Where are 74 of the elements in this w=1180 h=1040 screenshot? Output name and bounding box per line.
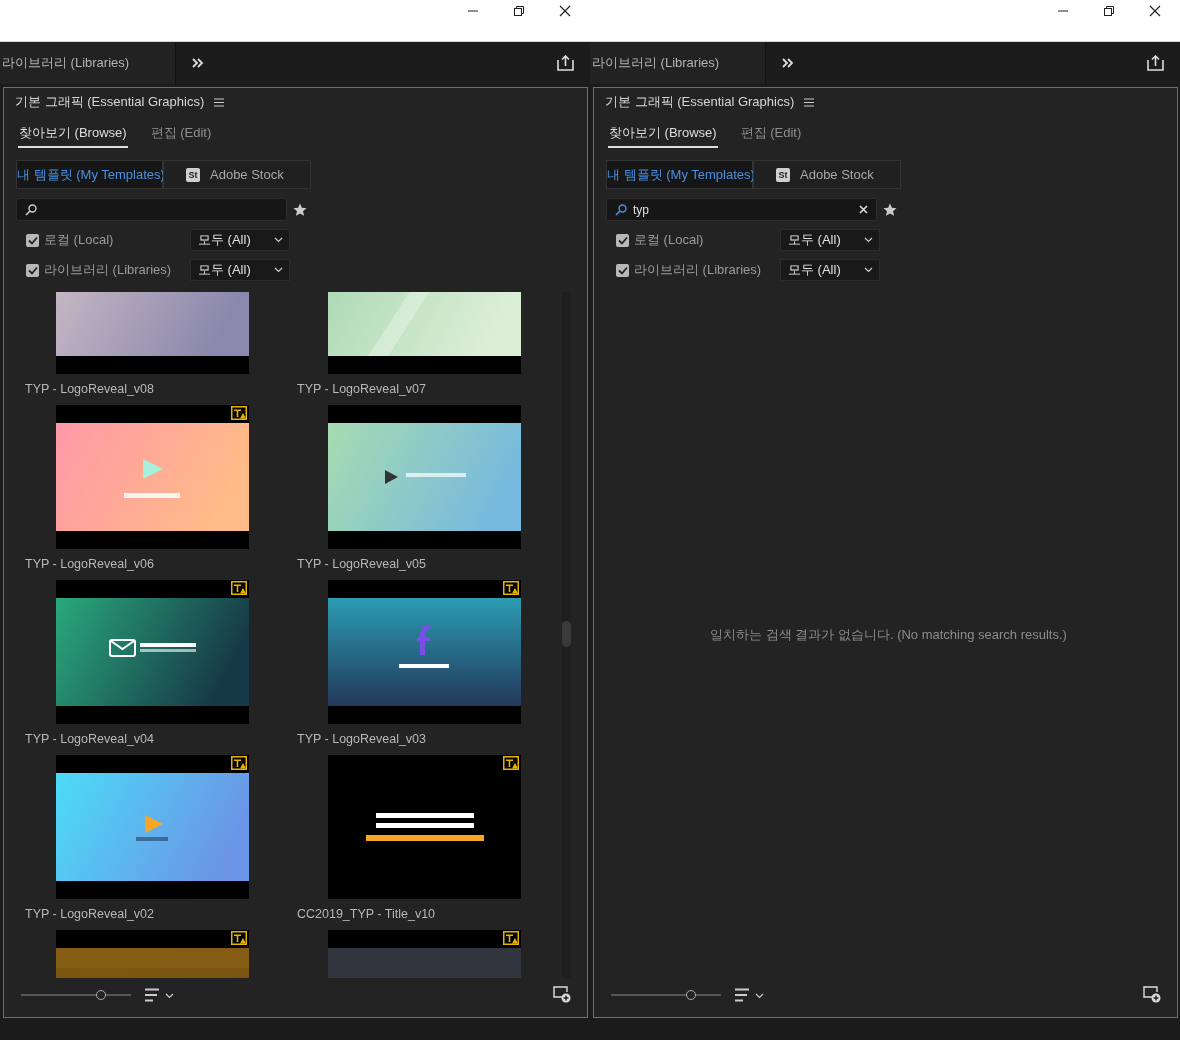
caret-icon	[274, 267, 283, 273]
new-item-icon[interactable]	[553, 986, 571, 1003]
filter-dropdown[interactable]: 모두 (All)	[780, 229, 880, 251]
tab[interactable]: 편집 (Edit)	[149, 118, 213, 148]
overflow-chevron-icon[interactable]	[782, 58, 794, 68]
template-name: TYP - LogoReveal_v04	[25, 731, 156, 747]
template-name: TYP - LogoReveal_v06	[25, 556, 156, 572]
missing-font-icon	[231, 406, 247, 420]
panel-tab[interactable]: 라이브러리 (Libraries)	[0, 42, 176, 84]
caret-icon	[864, 267, 873, 273]
missing-font-icon	[231, 756, 247, 770]
template-thumbnail[interactable]	[328, 755, 521, 899]
source-tab[interactable]: St Adobe Stock	[753, 160, 901, 189]
checkbox[interactable]	[616, 233, 629, 247]
search-icon	[615, 203, 627, 216]
caret-icon	[864, 237, 873, 243]
filter-dropdown[interactable]: 모두 (All)	[190, 229, 290, 251]
template-name: TYP - LogoReveal_v08	[25, 381, 156, 397]
empty-message: 일치하는 검색 결과가 없습니다. (No matching search results.)	[710, 626, 1067, 644]
template-thumbnail[interactable]	[328, 405, 521, 549]
tab[interactable]: 편집 (Edit)	[739, 118, 803, 148]
zoom-slider[interactable]	[611, 989, 721, 1000]
source-tab[interactable]: St Adobe Stock	[163, 160, 311, 189]
menu-icon[interactable]	[214, 97, 225, 107]
checkbox[interactable]	[616, 263, 629, 277]
tab[interactable]: 찾아보기 (Browse)	[608, 118, 718, 148]
clear-icon[interactable]	[859, 205, 868, 214]
search-field[interactable]	[16, 198, 287, 221]
star-icon[interactable]	[293, 202, 307, 217]
missing-font-icon	[503, 581, 519, 595]
template-thumbnail[interactable]	[56, 755, 249, 899]
zoom-slider[interactable]	[21, 989, 131, 1000]
source-tab[interactable]: 내 템플릿 (My Templates)	[606, 160, 753, 189]
template-name: TYP - LogoReveal_v07	[297, 381, 428, 397]
template-name: TYP - LogoReveal_v05	[297, 556, 428, 572]
close-icon[interactable]	[1149, 5, 1161, 17]
filter-label: 로컬 (Local)	[44, 231, 115, 249]
close-icon[interactable]	[559, 5, 571, 17]
overflow-chevron-icon[interactable]	[192, 58, 204, 68]
search-icon	[25, 203, 37, 216]
template-name: CC2019_TYP - Title_v10	[297, 906, 437, 922]
checkbox[interactable]	[26, 233, 39, 247]
filter-label: 로컬 (Local)	[634, 231, 705, 249]
panel-tab[interactable]: 라이브러리 (Libraries)	[590, 42, 766, 84]
template-thumbnail[interactable]	[56, 405, 249, 549]
template-name: TYP - LogoReveal_v03	[297, 731, 428, 747]
missing-font-icon	[503, 931, 519, 945]
template-thumbnail[interactable]	[328, 580, 521, 724]
filter-label: 라이브러리 (Libraries)	[44, 261, 173, 279]
checkbox[interactable]	[26, 263, 39, 277]
panel-title: 기본 그래픽 (Essential Graphics)	[605, 93, 795, 111]
template-name: TYP - LogoReveal_v02	[25, 906, 156, 922]
filter-dropdown[interactable]: 모두 (All)	[190, 259, 290, 281]
export-icon[interactable]	[1147, 55, 1164, 71]
star-icon[interactable]	[883, 202, 897, 217]
restore-icon[interactable]	[513, 5, 525, 17]
source-tab[interactable]: 내 템플릿 (My Templates)	[16, 160, 163, 189]
restore-icon[interactable]	[1103, 5, 1115, 17]
filter-label: 라이브러리 (Libraries)	[634, 261, 763, 279]
missing-font-icon	[503, 756, 519, 770]
sort-list-icon[interactable]	[145, 987, 175, 1002]
new-item-icon[interactable]	[1143, 986, 1161, 1003]
caret-icon	[274, 237, 283, 243]
scrollbar-thumb[interactable]	[562, 621, 571, 647]
export-icon[interactable]	[557, 55, 574, 71]
sort-list-icon[interactable]	[735, 987, 765, 1002]
missing-font-icon	[231, 931, 247, 945]
search-field[interactable]: typ	[606, 198, 877, 221]
panel-title: 기본 그래픽 (Essential Graphics)	[15, 93, 205, 111]
filter-dropdown[interactable]: 모두 (All)	[780, 259, 880, 281]
tab[interactable]: 찾아보기 (Browse)	[18, 118, 128, 148]
template-thumbnail[interactable]	[56, 580, 249, 724]
menu-icon[interactable]	[804, 97, 815, 107]
missing-font-icon	[231, 581, 247, 595]
